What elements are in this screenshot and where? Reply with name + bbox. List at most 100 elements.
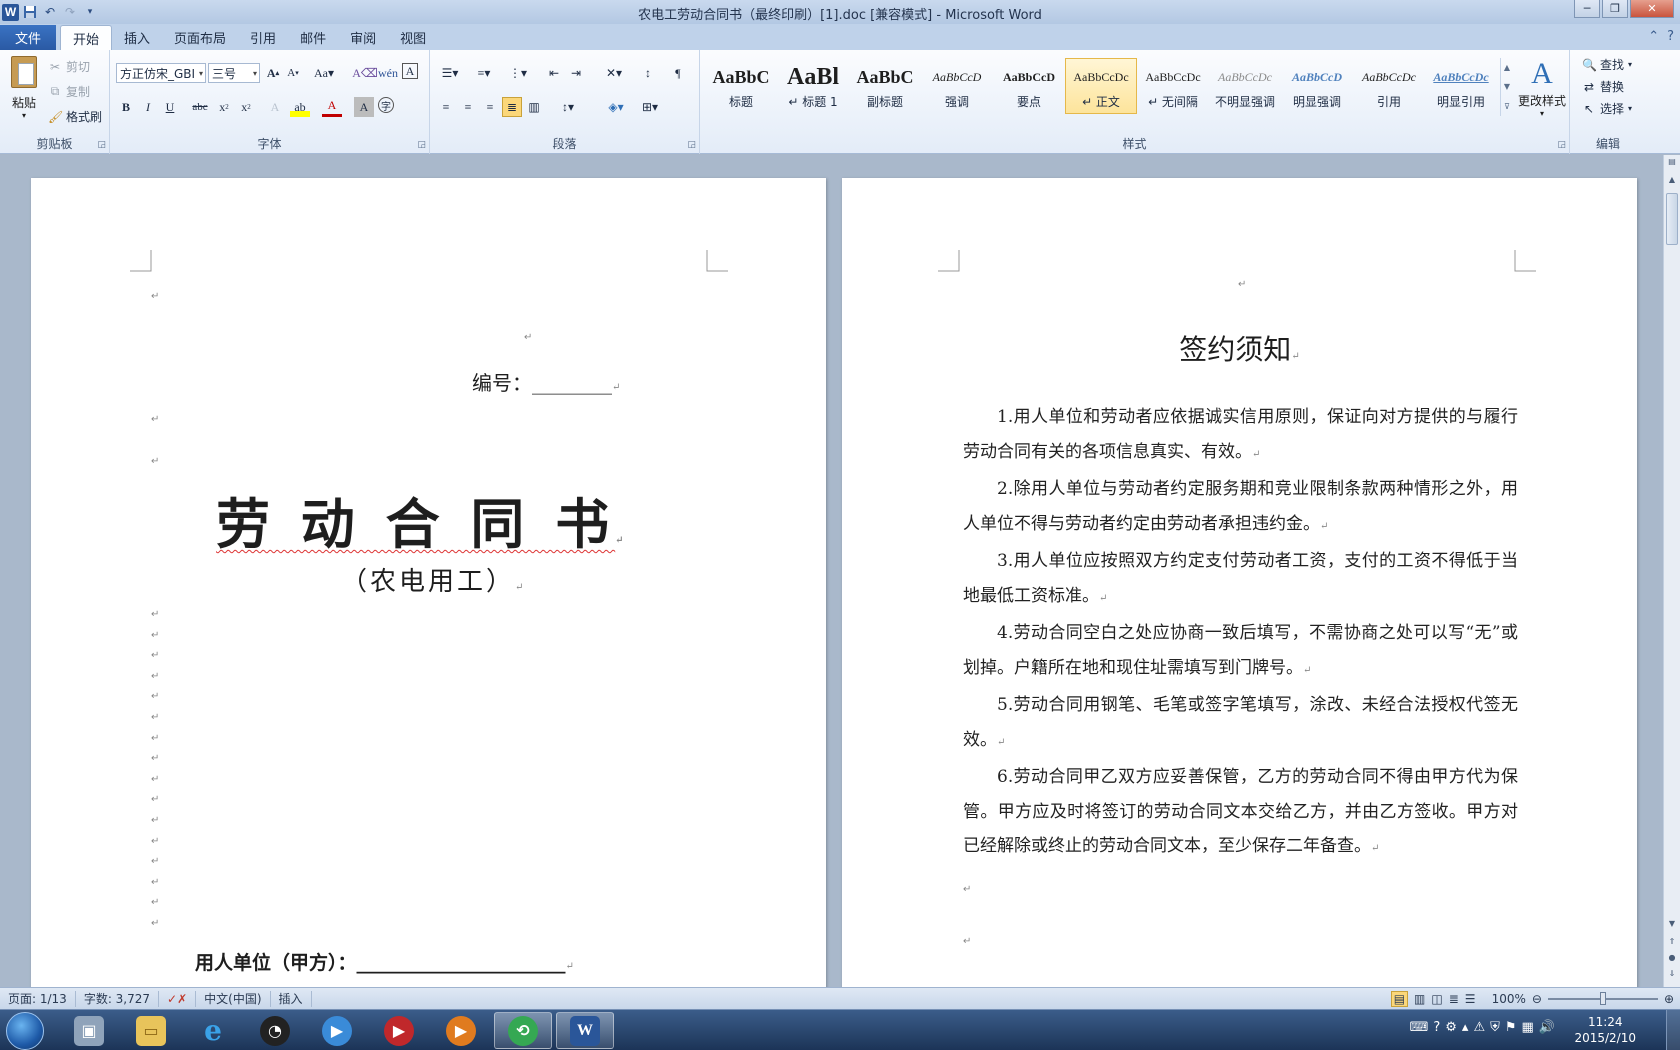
sort-icon[interactable]: ↕ <box>638 63 658 83</box>
decrease-indent-icon[interactable]: ⇤ <box>544 63 564 83</box>
tab-references[interactable]: 引用 <box>238 25 288 50</box>
replace-button[interactable]: ⇄ 替换 <box>1582 78 1624 95</box>
borders-icon[interactable]: ⊞▾ <box>636 97 664 117</box>
change-case-icon[interactable]: Aa▾ <box>310 63 338 83</box>
font-launcher-icon[interactable]: ◲ <box>417 140 426 150</box>
document-area[interactable]: ↵ ↵ 编号：________↵ ↵ ↵ 劳 动 合 同 书↵ （农电用工）↵ … <box>0 155 1663 987</box>
scroll-up-icon[interactable]: ▲ <box>1666 175 1678 187</box>
gallery-down-icon[interactable]: ▼ <box>1504 82 1510 91</box>
ruler-toggle-icon[interactable]: ▤ <box>1666 157 1678 169</box>
scroll-thumb[interactable] <box>1666 193 1678 245</box>
style-subtitle[interactable]: AaBbC 副标题 <box>849 58 921 114</box>
browse-object-icon[interactable]: ● <box>1666 953 1678 965</box>
help-icon[interactable]: ? <box>1667 29 1674 44</box>
increase-indent-icon[interactable]: ⇥ <box>566 63 586 83</box>
style-intense-quote[interactable]: AaBbCcDc 明显引用 <box>1425 58 1497 114</box>
page-1[interactable]: ↵ ↵ 编号：________↵ ↵ ↵ 劳 动 合 同 书↵ （农电用工）↵ … <box>31 178 826 987</box>
tray-keyboard-icon[interactable]: ⌨ <box>1410 1020 1429 1035</box>
gallery-up-icon[interactable]: ▲ <box>1504 63 1510 72</box>
previous-page-icon[interactable]: ⇑ <box>1666 937 1678 949</box>
change-styles-button[interactable]: A 更改样式 ▾ <box>1516 56 1568 118</box>
text-effects-icon[interactable]: A <box>265 97 285 117</box>
outline-icon[interactable]: ≣ <box>1449 992 1459 1006</box>
character-border-icon[interactable]: A <box>402 63 418 79</box>
show-desktop-button[interactable] <box>1666 1010 1680 1050</box>
customize-qat-icon[interactable]: ▾ <box>81 3 99 21</box>
taskbar-media-player[interactable]: ▶ <box>308 1012 366 1049</box>
superscript-icon[interactable]: x2 <box>236 97 256 117</box>
grow-font-icon[interactable]: A ▴ <box>263 63 283 83</box>
taskbar-video-player[interactable]: ▶ <box>370 1012 428 1049</box>
minimize-ribbon-icon[interactable]: ⌃ <box>1648 29 1659 44</box>
gallery-more-icon[interactable]: ⊽ <box>1504 102 1510 111</box>
tab-home[interactable]: 开始 <box>60 25 113 50</box>
taskbar-internet-explorer[interactable]: e <box>184 1012 242 1049</box>
character-shading-icon[interactable]: A <box>354 97 374 117</box>
tray-help-icon[interactable]: ? <box>1433 1020 1440 1035</box>
subscript-icon[interactable]: x2 <box>214 97 234 117</box>
zoom-slider[interactable] <box>1547 992 1658 1005</box>
style-intense-emphasis[interactable]: AaBbCcD 明显强调 <box>1281 58 1353 114</box>
taskbar-qq[interactable]: ◔ <box>246 1012 304 1049</box>
multilevel-list-icon[interactable]: ⋮▾ <box>504 63 532 83</box>
taskbar-app-green[interactable]: ⟲ <box>494 1012 552 1049</box>
font-name-combo[interactable]: 方正仿宋_GBI ▾ <box>116 63 206 83</box>
print-layout-icon[interactable]: ▤ <box>1390 991 1409 1007</box>
draft-icon[interactable]: ☰ <box>1465 992 1476 1006</box>
style-normal[interactable]: AaBbCcDc ↵ 正文 <box>1065 58 1137 114</box>
tray-show-hidden-icon[interactable]: ▴ <box>1462 1020 1469 1035</box>
underline-icon[interactable]: U <box>160 97 180 117</box>
tray-shield-icon[interactable]: ⛨ <box>1490 1020 1500 1035</box>
taskbar-word[interactable]: W <box>556 1012 614 1049</box>
bold-icon[interactable]: B <box>116 97 136 117</box>
style-emphasis[interactable]: AaBbCcD 强调 <box>921 58 993 114</box>
font-size-combo[interactable]: 三号 ▾ <box>208 63 260 83</box>
align-center-icon[interactable]: ≡ <box>458 97 478 117</box>
shrink-font-icon[interactable]: A ▾ <box>283 63 303 83</box>
paste-button[interactable]: 粘贴 ▾ <box>6 54 42 120</box>
distributed-icon[interactable]: ▥ <box>524 97 544 117</box>
redo-icon[interactable]: ↷ <box>61 3 79 21</box>
style-gallery-scroll[interactable]: ▲ ▼ ⊽ <box>1500 58 1513 116</box>
cut-button[interactable]: ✂ 剪切 <box>48 58 90 75</box>
close-button[interactable]: ✕ <box>1630 0 1674 18</box>
tray-settings-icon[interactable]: ⚙ <box>1445 1020 1457 1035</box>
tab-page-layout[interactable]: 页面布局 <box>162 25 238 50</box>
clear-formatting-icon[interactable]: A⌫ <box>352 63 378 83</box>
align-right-icon[interactable]: ≡ <box>480 97 500 117</box>
strikethrough-icon[interactable]: abc <box>190 97 210 117</box>
justify-icon[interactable]: ≣ <box>502 97 522 117</box>
tray-warning-icon[interactable]: ⚠ <box>1473 1020 1485 1035</box>
copy-button[interactable]: ⧉ 复制 <box>48 83 90 100</box>
paste-dropdown-icon[interactable]: ▾ <box>6 111 42 120</box>
undo-icon[interactable]: ↶ <box>41 3 59 21</box>
next-page-icon[interactable]: ⇓ <box>1666 969 1678 981</box>
tray-flag-icon[interactable]: ⚑ <box>1505 1020 1517 1035</box>
tab-mailings[interactable]: 邮件 <box>288 25 338 50</box>
vertical-scrollbar[interactable]: ▤ ▲ ▼ ⇑ ● ⇓ <box>1663 155 1680 987</box>
page-2[interactable]: ↵ 签约须知↵ 1.用人单位和劳动者应依据诚实信用原则，保证向对方提供的与履行劳… <box>842 178 1637 987</box>
font-color-icon[interactable]: A <box>322 97 342 117</box>
style-heading-1[interactable]: AaBl ↵ 标题 1 <box>777 58 849 114</box>
style-no-spacing[interactable]: AaBbCcDc ↵ 无间隔 <box>1137 58 1209 114</box>
taskbar-music-player[interactable]: ▶ <box>432 1012 490 1049</box>
clipboard-launcher-icon[interactable]: ◲ <box>97 140 106 150</box>
show-marks-icon[interactable]: ¶ <box>668 63 688 83</box>
numbering-icon[interactable]: ≡▾ <box>470 63 498 83</box>
style-title[interactable]: AaBbC 标题 <box>705 58 777 114</box>
page-indicator[interactable]: 页面: 1/13 <box>0 990 76 1007</box>
italic-icon[interactable]: I <box>138 97 158 117</box>
start-button[interactable] <box>6 1012 44 1050</box>
zoom-level[interactable]: 100% <box>1492 992 1526 1006</box>
taskbar-explorer-tool[interactable]: ▣ <box>60 1012 118 1049</box>
language-indicator[interactable]: 中文(中国) <box>196 990 271 1007</box>
tray-network-icon[interactable]: ▦ <box>1522 1020 1534 1035</box>
tab-insert[interactable]: 插入 <box>112 25 162 50</box>
style-subtle-emphasis[interactable]: AaBbCcDc 不明显强调 <box>1209 58 1281 114</box>
taskbar-file-explorer[interactable]: ▭ <box>122 1012 180 1049</box>
save-icon[interactable] <box>21 3 39 21</box>
tab-review[interactable]: 审阅 <box>338 25 388 50</box>
paragraph-launcher-icon[interactable]: ◲ <box>687 140 696 150</box>
style-strong[interactable]: AaBbCcD 要点 <box>993 58 1065 114</box>
zoom-out-icon[interactable]: ⊖ <box>1532 992 1542 1006</box>
